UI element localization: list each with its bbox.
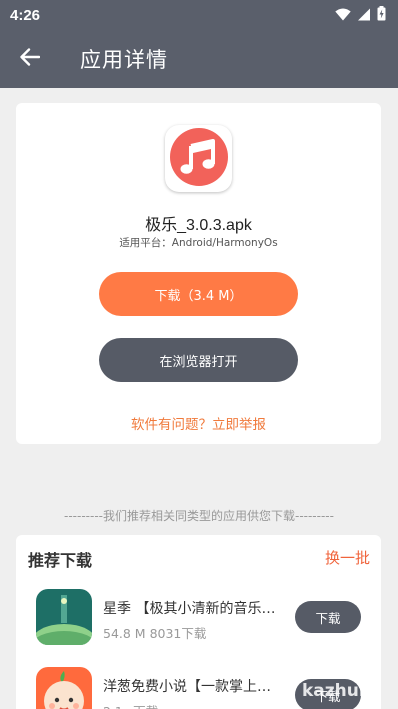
app-detail-card: 极乐_3.0.3.apk 适用平台：Android/HarmonyOs 下载（3… <box>16 103 381 444</box>
arrow-left-icon <box>20 48 41 70</box>
download-button[interactable]: 下载（3.4 M） <box>99 272 298 316</box>
report-link[interactable]: 软件有问题？立即举报 <box>16 413 381 433</box>
app-name: 洋葱免费小说【一款掌上阅读神器】 <box>103 679 283 695</box>
app-meta: 54.8 M 8031下载 <box>103 626 207 641</box>
download-button[interactable]: 下载 <box>295 679 361 709</box>
recommend-card: 推荐下载 换一批 星季 【极其小清新的音乐播放器】 54.8 M 8031下载 … <box>16 535 381 709</box>
app-meta: 2.1w下载 <box>103 701 158 709</box>
app-icon <box>165 125 232 192</box>
planet-icon <box>36 589 92 645</box>
download-button[interactable]: 下载 <box>295 601 361 633</box>
recommend-title: 推荐下载 <box>28 551 93 570</box>
app-file-name: 极乐_3.0.3.apk <box>145 217 252 234</box>
refresh-button[interactable]: 换一批 <box>325 547 370 568</box>
page-title: 应用详情 <box>80 48 168 72</box>
music-note-icon <box>169 127 228 190</box>
wifi-icon <box>335 6 351 25</box>
back-button[interactable] <box>0 30 60 88</box>
onion-icon <box>36 667 92 709</box>
list-item[interactable]: 星季 【极其小清新的音乐播放器】 54.8 M 8031下载 下载 <box>16 589 381 655</box>
status-bar: 4:26 <box>0 0 398 30</box>
platform-info: 适用平台：Android/HarmonyOs <box>119 237 278 249</box>
battery-charging-icon <box>377 5 386 25</box>
recommend-note: ---------我们推荐相关同类型的应用供您下载--------- <box>64 509 334 523</box>
open-in-browser-button[interactable]: 在浏览器打开 <box>99 338 298 382</box>
list-item[interactable]: 洋葱免费小说【一款掌上阅读神器】 2.1w下载 下载 <box>16 667 381 709</box>
signal-icon <box>357 6 371 25</box>
status-time: 4:26 <box>10 6 41 24</box>
app-name: 星季 【极其小清新的音乐播放器】 <box>103 601 283 617</box>
status-icons <box>335 5 386 25</box>
app-bar: 应用详情 <box>0 30 398 88</box>
